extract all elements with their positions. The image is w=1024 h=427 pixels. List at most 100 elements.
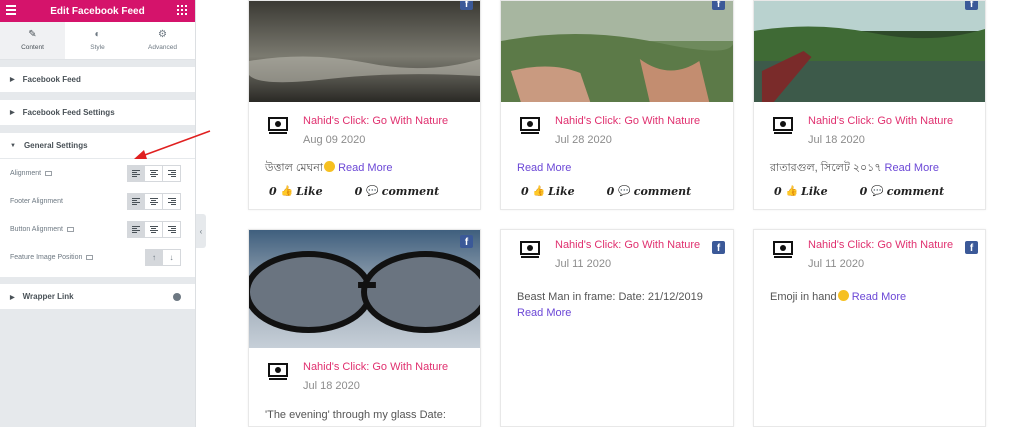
pro-badge-icon [173,292,181,301]
comment-number: 0 [859,185,868,198]
caret-down-icon: ▼ [10,142,16,149]
post-image[interactable] [249,1,480,102]
tab-advanced[interactable]: ⚙ Advanced [130,22,195,59]
post-author: Nahid's Click: Go With Nature Jul 11 202… [772,239,953,271]
align-center-button[interactable] [145,164,163,182]
align-center-button[interactable] [145,220,163,238]
comment-icon: 💬 [871,186,884,197]
author-name[interactable]: Nahid's Click: Go With Nature [555,239,700,252]
align-left-icon [132,169,140,177]
setting-alignment: Alignment [0,159,195,187]
post-author: Nahid's Click: Go With Nature Jul 18 202… [267,361,448,393]
post-text: রাতারগুল, সিলেট ২০১৭ [770,162,882,174]
align-center-button[interactable] [145,192,163,210]
author-name[interactable]: Nahid's Click: Go With Nature [808,239,953,252]
section-facebook-feed-settings[interactable]: ▶ Facebook Feed Settings [0,100,195,126]
button-alignment-choices [127,220,181,238]
section-general-settings[interactable]: ▼ General Settings [0,133,195,159]
read-more-link[interactable]: Read More [338,162,392,174]
post-date: Aug 09 2020 [303,134,366,146]
tab-style[interactable]: ◐ Style [65,22,130,59]
like-count[interactable]: 0 👍 Like [521,185,575,198]
post-stats: 0 👍 Like 0 💬 comment [269,185,471,198]
comment-count[interactable]: 0 💬 comment [607,185,692,198]
section-label: Facebook Feed Settings [22,108,115,117]
image-position-choices: ↑ ↓ [145,248,181,266]
caret-right-icon: ▶ [10,110,15,116]
post-author: Nahid's Click: Go With Nature Jul 18 202… [772,115,953,147]
align-center-icon [149,225,158,233]
author-name[interactable]: Nahid's Click: Go With Nature [303,115,448,128]
facebook-icon[interactable]: f [965,1,978,10]
comment-icon: 💬 [366,186,379,197]
align-left-button[interactable] [127,192,145,210]
footer-alignment-choices [127,192,181,210]
desktop-icon[interactable] [66,226,74,232]
comment-label: comment [381,185,440,198]
facebook-icon[interactable]: f [460,1,473,10]
facebook-feed-grid: f Nahid's Click: Go With Nature Aug 09 2… [248,0,986,427]
author-name[interactable]: Nahid's Click: Go With Nature [808,115,953,128]
post-text: উত্তাল মেঘনা [265,162,323,174]
facebook-icon[interactable]: f [965,241,978,254]
author-name[interactable]: Nahid's Click: Go With Nature [303,361,448,374]
comment-count[interactable]: 0 💬 comment [860,185,945,198]
post-message: উত্তাল মেঘনা Read More [265,160,468,176]
like-count[interactable]: 0 👍 Like [774,185,828,198]
panel-title: Edit Facebook Feed [50,5,145,17]
post-message: রাতারগুল, সিলেট ২০১৭ Read More [770,160,973,176]
pencil-icon: ✎ [28,29,37,40]
align-right-button[interactable] [163,192,181,210]
setting-label: Alignment [10,169,42,177]
post-text: Emoji in hand [770,291,837,303]
post-stats: 0 👍 Like 0 💬 comment [521,185,723,198]
facebook-icon[interactable]: f [460,235,473,248]
like-number: 0 [269,185,277,198]
panel-collapse-handle[interactable]: ‹ [196,214,206,248]
setting-label: Footer Alignment [10,197,63,205]
tab-style-label: Style [90,44,105,51]
position-top-button[interactable]: ↑ [145,248,163,266]
panel-tabs: ✎ Content ◐ Style ⚙ Advanced [0,22,195,60]
align-right-button[interactable] [163,164,181,182]
post-image[interactable] [249,230,480,348]
read-more-link[interactable]: Read More [517,162,571,174]
facebook-icon[interactable]: f [712,241,725,254]
position-bottom-button[interactable]: ↓ [163,248,181,266]
setting-label: Button Alignment [10,225,63,233]
comment-count[interactable]: 0 💬 comment [355,185,440,198]
read-more-link[interactable]: Read More [852,291,906,303]
read-more-link[interactable]: Read More [517,307,571,319]
desktop-icon[interactable] [86,254,94,260]
page-logo-icon [268,117,288,134]
hamburger-menu-icon[interactable] [6,5,16,15]
post-date: Jul 11 2020 [808,258,865,270]
spacer [0,126,195,133]
align-right-button[interactable] [163,220,181,238]
post-message: Read More [517,160,721,176]
arrow-down-icon: ↓ [169,252,174,262]
feed-card: f Nahid's Click: Go With Nature Jul 18 2… [753,0,986,210]
feed-card: f Nahid's Click: Go With Nature Jul 11 2… [753,229,986,427]
widgets-grid-icon[interactable] [177,5,187,15]
post-date: Jul 18 2020 [808,134,865,146]
desktop-icon[interactable] [45,170,53,176]
section-facebook-feed[interactable]: ▶ Facebook Feed [0,67,195,93]
read-more-link[interactable]: Read More [885,162,939,174]
post-image[interactable] [501,1,733,102]
author-name[interactable]: Nahid's Click: Go With Nature [555,115,700,128]
contrast-icon: ◐ [94,29,101,40]
align-left-button[interactable] [127,164,145,182]
section-wrapper-link[interactable]: ▶ Wrapper Link [0,284,195,310]
post-image[interactable] [754,1,985,102]
spacer [0,93,195,100]
align-left-button[interactable] [127,220,145,238]
feed-card: f Nahid's Click: Go With Nature Jul 18 2… [248,229,481,427]
like-count[interactable]: 0 👍 Like [269,185,323,198]
setting-button-alignment: Button Alignment [0,215,195,243]
tab-content[interactable]: ✎ Content [0,22,65,59]
facebook-icon[interactable]: f [712,1,725,10]
align-right-icon [167,197,176,205]
spacer [0,277,195,284]
comment-label: comment [633,185,692,198]
